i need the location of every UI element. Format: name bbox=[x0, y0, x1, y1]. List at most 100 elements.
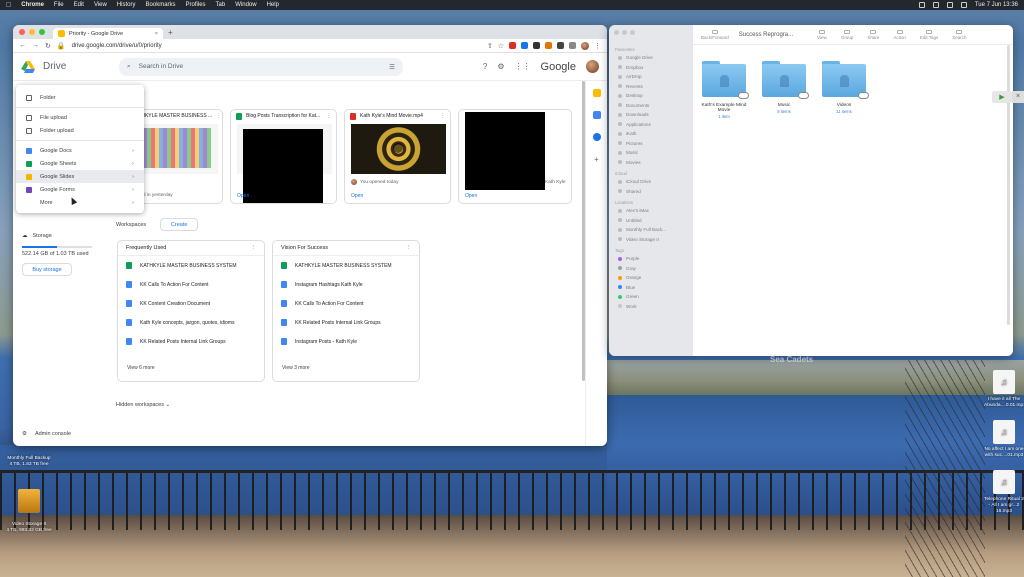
storage-title[interactable]: ☁ Storage bbox=[22, 233, 102, 239]
search-options-icon[interactable]: ☰ bbox=[389, 63, 395, 71]
extension-icon[interactable] bbox=[509, 42, 516, 49]
menu-item-google-sheets[interactable]: Google Sheets › bbox=[16, 157, 144, 170]
sidebar-item[interactable]: Work bbox=[609, 302, 693, 312]
desktop-file[interactable]: ♫ No affect I am one with suc....01.mp3 bbox=[984, 420, 1024, 459]
view-more-link[interactable]: View 6 more bbox=[127, 365, 155, 371]
sidebar-item[interactable]: Monthly Full Back... bbox=[609, 225, 693, 235]
search-button[interactable]: Search bbox=[952, 29, 967, 40]
extension-icon[interactable] bbox=[533, 42, 540, 49]
drive-logo-icon[interactable] bbox=[21, 60, 35, 73]
create-workspace-button[interactable]: Create bbox=[160, 218, 199, 231]
zoom-window-button[interactable] bbox=[630, 30, 635, 35]
more-actions-icon[interactable]: ⋮ bbox=[440, 113, 445, 119]
menu-item-google-forms[interactable]: Google Forms › bbox=[16, 183, 144, 196]
drive-search-input[interactable]: ⌕ Search in Drive ☰ bbox=[119, 57, 403, 76]
sidebar-item[interactable]: Purple bbox=[609, 254, 693, 264]
play-icon[interactable] bbox=[393, 143, 403, 153]
share-button[interactable]: Share bbox=[867, 29, 879, 40]
edit-tags-button[interactable]: Edit Tags bbox=[920, 29, 938, 40]
extension-icon[interactable] bbox=[521, 42, 528, 49]
menu-view[interactable]: View bbox=[94, 2, 107, 8]
more-actions-icon[interactable]: ⋮ bbox=[406, 245, 412, 251]
close-tab-icon[interactable]: × bbox=[155, 31, 158, 37]
sidebar-item[interactable]: Video Storage II bbox=[609, 235, 693, 245]
back-icon[interactable]: ← bbox=[19, 42, 26, 49]
share-icon[interactable]: ⇧ bbox=[487, 42, 493, 50]
profile-avatar[interactable] bbox=[581, 41, 589, 50]
lock-icon[interactable]: 🔒 bbox=[57, 42, 66, 50]
sidebar-item[interactable]: Movies bbox=[609, 158, 693, 168]
tab-google-drive[interactable]: Priority - Google Drive × bbox=[53, 28, 163, 39]
view-more-link[interactable]: View 3 more bbox=[282, 365, 310, 371]
sidebar-item[interactable]: Recents bbox=[609, 82, 693, 92]
group-button[interactable]: Group bbox=[841, 29, 853, 40]
menu-profiles[interactable]: Profiles bbox=[186, 2, 206, 8]
sidebar-item[interactable]: Desktop bbox=[609, 91, 693, 101]
workspace-title[interactable]: Vision For Success ⋮ bbox=[273, 241, 419, 256]
sidebar-item[interactable]: AirDrop bbox=[609, 72, 693, 82]
close-window-button[interactable] bbox=[614, 30, 619, 35]
extensions-puzzle-icon[interactable] bbox=[569, 42, 576, 49]
menu-item-file-upload[interactable]: File upload bbox=[16, 111, 144, 124]
more-actions-icon[interactable]: ⋮ bbox=[251, 245, 257, 251]
back-forward-button[interactable]: Back/Forward bbox=[701, 29, 729, 40]
settings-gear-icon[interactable]: ⚙ bbox=[497, 62, 504, 71]
clock[interactable]: Tue 7 Jun 13:36 bbox=[975, 2, 1018, 8]
action-button[interactable]: Action bbox=[893, 29, 906, 40]
extension-icon[interactable] bbox=[557, 42, 564, 49]
search-icon[interactable]: ⌕ bbox=[127, 63, 131, 71]
bookmark-star-icon[interactable]: ☆ bbox=[498, 42, 504, 50]
minimize-window-button[interactable] bbox=[29, 29, 35, 35]
play-arrow-button[interactable]: ▶ bbox=[992, 91, 1012, 103]
tasks-icon[interactable] bbox=[592, 111, 601, 119]
menu-item-folder[interactable]: Folder bbox=[16, 91, 144, 104]
open-link[interactable]: Open bbox=[237, 193, 249, 199]
sidebar-item[interactable]: Google Drive bbox=[609, 53, 693, 63]
folder-item[interactable]: Kath's Example Mind Movie 1 item bbox=[701, 61, 749, 119]
menu-item-more[interactable]: More › bbox=[16, 196, 144, 209]
desktop-drive[interactable]: Monthly Full Backup 4 TB, 1.83 TB free bbox=[6, 450, 52, 474]
apps-grid-icon[interactable]: ⋮⋮ bbox=[515, 62, 531, 71]
desktop-drive[interactable]: Video Storage II 4 TB, 993.82 GB free bbox=[6, 483, 52, 540]
workspace-file[interactable]: KATHKYLE MASTER BUSINESS SYSTEM bbox=[273, 256, 419, 275]
address-bar[interactable]: drive.google.com/drive/u/0/priority bbox=[72, 43, 162, 49]
desktop-file[interactable]: ♫ I have it all The Abunda....0.01.mp3 bbox=[984, 370, 1024, 409]
sidebar-item[interactable]: Orange bbox=[609, 273, 693, 283]
sidebar-item[interactable]: iKath bbox=[609, 129, 693, 139]
sidebar-item[interactable]: Gray bbox=[609, 264, 693, 274]
control-center-icon[interactable] bbox=[960, 2, 967, 8]
sidebar-item[interactable]: Documents bbox=[609, 101, 693, 111]
sidebar-item[interactable]: Music bbox=[609, 148, 693, 158]
kebab-menu-icon[interactable]: ⋮ bbox=[594, 42, 601, 50]
menu-app-name[interactable]: Chrome bbox=[21, 2, 44, 8]
drive-title[interactable]: Drive bbox=[43, 61, 113, 72]
sidebar-item[interactable]: iCloud Drive bbox=[609, 177, 693, 187]
sidebar-item[interactable]: Alex's iMac bbox=[609, 206, 693, 216]
close-window-button[interactable] bbox=[19, 29, 25, 35]
sidebar-item[interactable]: Untitled bbox=[609, 216, 693, 226]
menu-item-google-docs[interactable]: Google Docs › bbox=[16, 144, 144, 157]
sidebar-item[interactable]: Green bbox=[609, 292, 693, 302]
workspace-file[interactable]: KK Calls To Action For Content bbox=[273, 294, 419, 313]
more-actions-icon[interactable]: ⋮ bbox=[216, 113, 221, 119]
sidebar-item[interactable]: Dropbox bbox=[609, 63, 693, 73]
account-avatar[interactable] bbox=[586, 60, 599, 73]
folder-item[interactable]: Videos 11 items bbox=[821, 61, 869, 119]
sidebar-item[interactable]: Shared bbox=[609, 187, 693, 197]
folder-item[interactable]: Music 8 items bbox=[761, 61, 809, 119]
open-link[interactable]: Open bbox=[351, 193, 363, 199]
open-link[interactable]: Open bbox=[465, 193, 477, 199]
minimize-window-button[interactable] bbox=[622, 30, 627, 35]
menu-help[interactable]: Help bbox=[267, 2, 279, 8]
menu-item-google-slides[interactable]: Google Slides › bbox=[16, 170, 144, 183]
sidebar-item[interactable]: Downloads bbox=[609, 110, 693, 120]
more-actions-icon[interactable]: ⋮ bbox=[326, 113, 331, 119]
menu-tab[interactable]: Tab bbox=[216, 2, 226, 8]
zoom-window-button[interactable] bbox=[39, 29, 45, 35]
file-card[interactable]: Kath Kyle's Mind Movie.mp4 ⋮ You opened … bbox=[344, 109, 451, 204]
hidden-workspaces-toggle[interactable]: Hidden workspaces ⌄ bbox=[116, 402, 170, 408]
reload-icon[interactable]: ↻ bbox=[45, 42, 51, 50]
menu-window[interactable]: Window bbox=[235, 2, 256, 8]
workspace-title[interactable]: Frequently Used ⋮ bbox=[118, 241, 264, 256]
workspace-file[interactable]: Instagram Posts - Kath Kyle bbox=[273, 332, 419, 351]
